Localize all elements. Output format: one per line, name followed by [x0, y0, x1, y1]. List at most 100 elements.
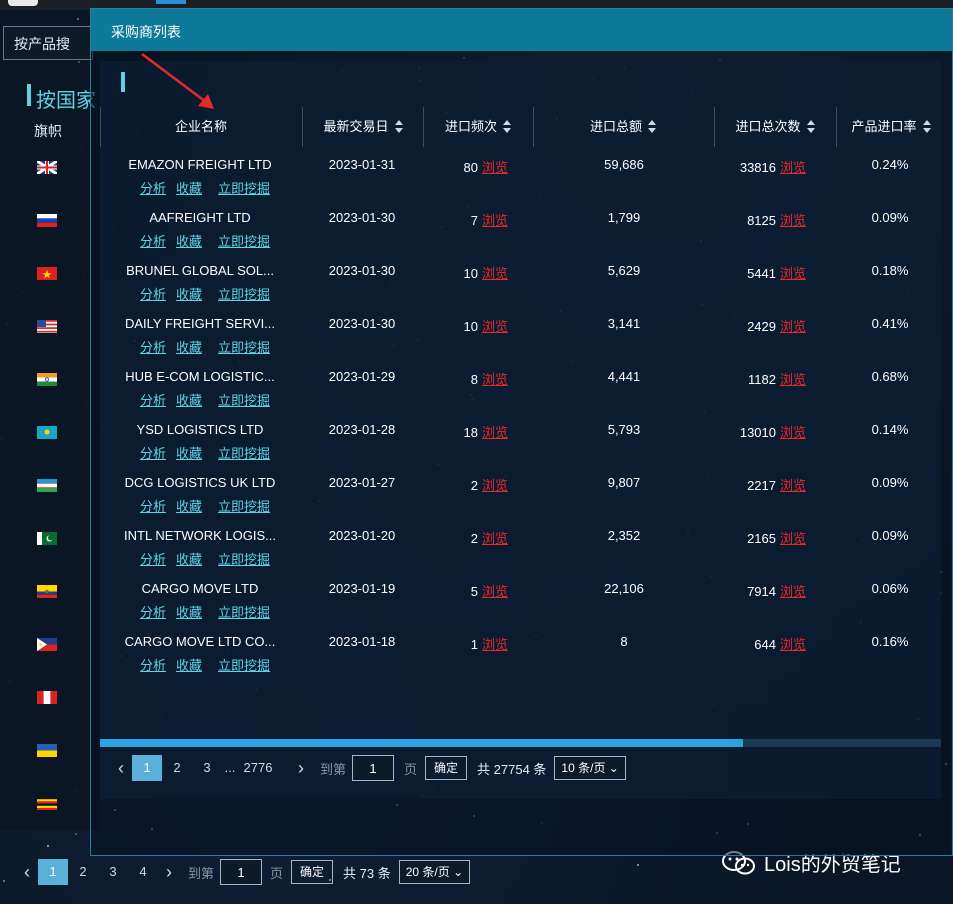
prev-page-icon[interactable]: ‹: [16, 862, 38, 883]
browse-link[interactable]: 浏览: [482, 160, 508, 175]
page-number[interactable]: 3: [98, 859, 128, 885]
sort-icon[interactable]: [394, 119, 403, 134]
browse-link[interactable]: 浏览: [482, 478, 508, 493]
company-name[interactable]: DCG LOGISTICS UK LTD: [100, 475, 300, 490]
column-rate[interactable]: 产品进口率: [836, 107, 946, 147]
company-name[interactable]: EMAZON FREIGHT LTD: [100, 157, 300, 172]
analyze-link[interactable]: 分析: [140, 393, 166, 408]
uzbekistan-flag-icon[interactable]: [37, 479, 57, 492]
goto-confirm-button[interactable]: 确定: [425, 756, 468, 780]
top-accent-tab[interactable]: [156, 0, 186, 4]
mine-now-link[interactable]: 立即挖掘: [218, 287, 270, 302]
favorite-link[interactable]: 收藏: [176, 234, 202, 249]
mine-now-link[interactable]: 立即挖掘: [218, 234, 270, 249]
browse-link[interactable]: 浏览: [780, 531, 806, 546]
page-number[interactable]: 2776: [238, 755, 278, 781]
kazakhstan-flag-icon[interactable]: [37, 426, 57, 439]
goto-page-input[interactable]: [220, 859, 263, 885]
company-name[interactable]: HUB E-COM LOGISTIC...: [100, 369, 300, 384]
browse-link[interactable]: 浏览: [780, 319, 806, 334]
analyze-link[interactable]: 分析: [140, 340, 166, 355]
company-name[interactable]: CARGO MOVE LTD: [100, 581, 300, 596]
browse-link[interactable]: 浏览: [482, 213, 508, 228]
scrollbar-thumb[interactable]: [100, 739, 743, 747]
column-date[interactable]: 最新交易日: [302, 107, 424, 147]
page-size-select[interactable]: 10 条/页 ⌄: [554, 756, 626, 780]
russia-flag-icon[interactable]: [37, 214, 57, 227]
india-flag-icon[interactable]: [37, 373, 57, 386]
top-button[interactable]: [8, 0, 38, 6]
analyze-link[interactable]: 分析: [140, 446, 166, 461]
company-name[interactable]: DAILY FREIGHT SERVI...: [100, 316, 300, 331]
page-number[interactable]: 1: [38, 859, 68, 885]
ecuador-flag-icon[interactable]: [37, 585, 57, 598]
sort-icon[interactable]: [503, 119, 511, 134]
favorite-link[interactable]: 收藏: [176, 605, 202, 620]
sort-icon[interactable]: [806, 119, 815, 134]
page-number[interactable]: 3: [192, 755, 222, 781]
browse-link[interactable]: 浏览: [482, 372, 508, 387]
usa-flag-icon[interactable]: [37, 320, 57, 333]
browse-link[interactable]: 浏览: [780, 213, 806, 228]
company-name[interactable]: BRUNEL GLOBAL SOL...: [100, 263, 300, 278]
vietnam-flag-icon[interactable]: [37, 267, 57, 280]
mine-now-link[interactable]: 立即挖掘: [218, 499, 270, 514]
analyze-link[interactable]: 分析: [140, 234, 166, 249]
company-name[interactable]: AAFREIGHT LTD: [100, 210, 300, 225]
browse-link[interactable]: 浏览: [482, 425, 508, 440]
uganda-flag-icon[interactable]: [37, 797, 57, 810]
mine-now-link[interactable]: 立即挖掘: [218, 446, 270, 461]
page-size-select[interactable]: 20 条/页 ⌄: [398, 860, 471, 884]
browse-link[interactable]: 浏览: [482, 584, 508, 599]
column-total[interactable]: 进口总次数: [714, 107, 836, 147]
browse-link[interactable]: 浏览: [780, 637, 806, 652]
next-page-icon[interactable]: ›: [158, 862, 180, 883]
next-page-icon[interactable]: ›: [290, 758, 312, 779]
page-number[interactable]: 2: [162, 755, 192, 781]
mine-now-link[interactable]: 立即挖掘: [218, 658, 270, 673]
page-number[interactable]: 4: [128, 859, 158, 885]
prev-page-icon[interactable]: ‹: [110, 758, 132, 779]
analyze-link[interactable]: 分析: [140, 181, 166, 196]
favorite-link[interactable]: 收藏: [176, 181, 202, 196]
analyze-link[interactable]: 分析: [140, 499, 166, 514]
browse-link[interactable]: 浏览: [780, 584, 806, 599]
column-amount[interactable]: 进口总额: [533, 107, 713, 147]
browse-link[interactable]: 浏览: [780, 425, 806, 440]
favorite-link[interactable]: 收藏: [176, 287, 202, 302]
column-freq[interactable]: 进口频次: [423, 107, 533, 147]
sort-icon[interactable]: [648, 119, 656, 134]
favorite-link[interactable]: 收藏: [176, 499, 202, 514]
analyze-link[interactable]: 分析: [140, 605, 166, 620]
browse-link[interactable]: 浏览: [482, 319, 508, 334]
philippines-flag-icon[interactable]: [37, 638, 57, 651]
search-mode-select[interactable]: 按产品搜: [3, 26, 93, 60]
pakistan-flag-icon[interactable]: [37, 532, 57, 545]
goto-confirm-button[interactable]: 确定: [291, 860, 334, 884]
page-number[interactable]: 2: [68, 859, 98, 885]
browse-link[interactable]: 浏览: [482, 637, 508, 652]
page-number[interactable]: 1: [132, 755, 162, 781]
favorite-link[interactable]: 收藏: [176, 552, 202, 567]
mine-now-link[interactable]: 立即挖掘: [218, 181, 270, 196]
browse-link[interactable]: 浏览: [780, 478, 806, 493]
mine-now-link[interactable]: 立即挖掘: [218, 605, 270, 620]
browse-link[interactable]: 浏览: [780, 372, 806, 387]
company-name[interactable]: YSD LOGISTICS LTD: [100, 422, 300, 437]
browse-link[interactable]: 浏览: [482, 531, 508, 546]
favorite-link[interactable]: 收藏: [176, 446, 202, 461]
horizontal-scrollbar[interactable]: [100, 739, 941, 747]
mine-now-link[interactable]: 立即挖掘: [218, 552, 270, 567]
favorite-link[interactable]: 收藏: [176, 393, 202, 408]
browse-link[interactable]: 浏览: [482, 266, 508, 281]
company-name[interactable]: INTL NETWORK LOGIS...: [100, 528, 300, 543]
analyze-link[interactable]: 分析: [140, 658, 166, 673]
browse-link[interactable]: 浏览: [780, 160, 806, 175]
mine-now-link[interactable]: 立即挖掘: [218, 393, 270, 408]
analyze-link[interactable]: 分析: [140, 287, 166, 302]
goto-page-input[interactable]: [352, 755, 395, 781]
uk-flag-icon[interactable]: [37, 161, 57, 174]
peru-flag-icon[interactable]: [37, 691, 57, 704]
favorite-link[interactable]: 收藏: [176, 658, 202, 673]
analyze-link[interactable]: 分析: [140, 552, 166, 567]
